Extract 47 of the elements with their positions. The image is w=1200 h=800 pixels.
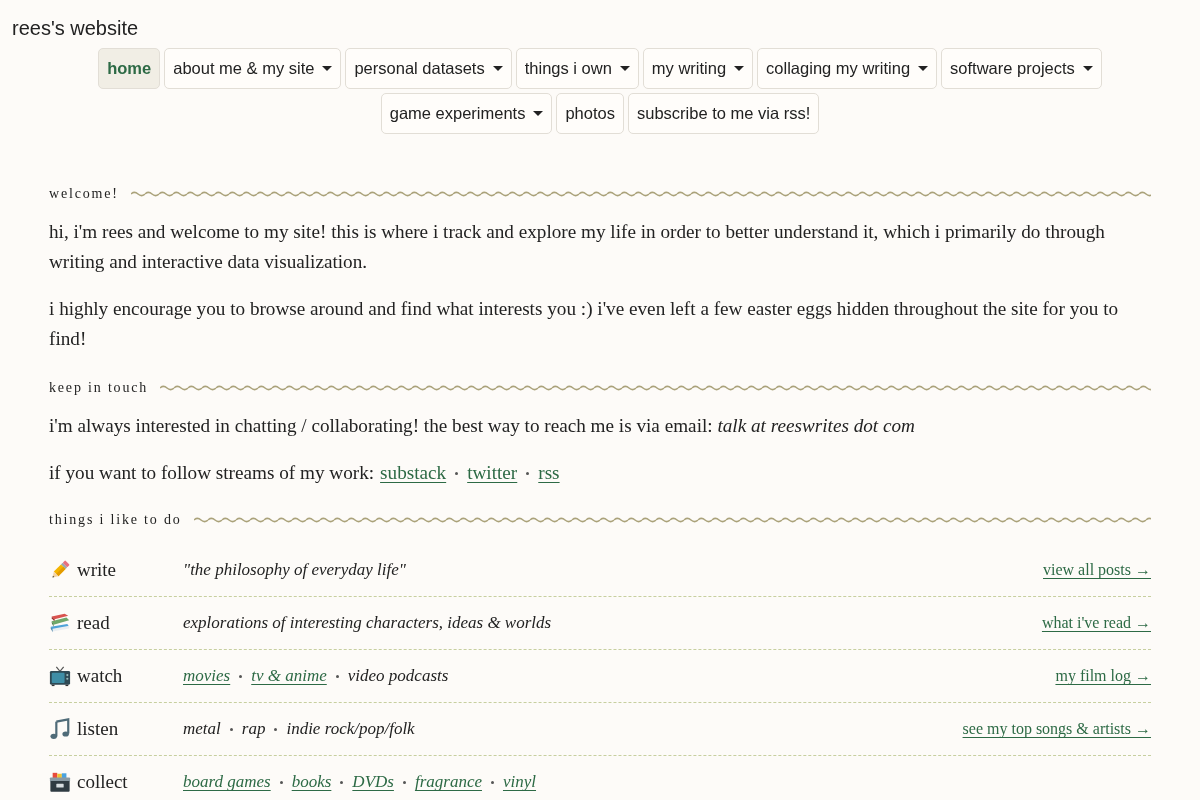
category-link[interactable]: movies [183, 663, 231, 689]
activity-label: watch [77, 663, 123, 688]
more-link[interactable]: my film log → [1055, 664, 1151, 688]
books-icon [49, 612, 71, 634]
paragraph: hi, i'm rees and welcome to my site! this is where i track and explore my life in order to better understand it, which i primarily do through writing and interactive data visualization. [49, 220, 1106, 274]
nav-button[interactable]: software projects [941, 48, 1102, 89]
description-text: rap [241, 718, 266, 741]
description-text: metal [183, 718, 221, 741]
section-heading: things i like to do [49, 511, 182, 529]
description-text: "the philosophy of everyday life" [183, 559, 406, 582]
more-link[interactable]: view all posts → [1043, 558, 1151, 582]
description-text: video podcasts [347, 665, 449, 688]
television-icon [49, 665, 71, 687]
category-link[interactable]: books [291, 769, 332, 795]
nav-button[interactable]: subscribe to me via rss! [628, 93, 820, 134]
site-title[interactable]: rees's website [12, 14, 139, 42]
activity-label: listen [77, 716, 119, 741]
category-link[interactable]: fragrance [414, 769, 482, 795]
nav-button[interactable]: personal datasets [345, 48, 512, 89]
section-heading: welcome! [49, 185, 119, 203]
activity-label: collect [77, 769, 128, 794]
social-link[interactable]: twitter [467, 458, 518, 488]
social-link[interactable]: substack [380, 458, 447, 488]
category-link[interactable]: vinyl [502, 769, 536, 795]
section-heading: keep in touch [49, 379, 149, 397]
activity-label: write [77, 557, 117, 582]
follow-text: if you want to follow streams of my work: [49, 461, 375, 485]
paragraph: i'm always interested in chatting / collaborating! the best way to reach me is via email: talk at reeswrites dot com [49, 414, 916, 438]
nav-button[interactable]: photos [556, 93, 624, 134]
description-text: indie rock/pop/folk [286, 718, 415, 741]
activity-label: read [77, 610, 110, 635]
more-link[interactable]: what i've read → [1041, 611, 1151, 635]
social-link[interactable]: rss [538, 458, 560, 488]
nav-button[interactable]: collaging my writing [757, 48, 938, 89]
nav-button[interactable]: things i own [515, 48, 639, 89]
nav-button[interactable]: game experiments [380, 93, 553, 134]
nav-button[interactable]: my writing [642, 48, 754, 89]
category-link[interactable]: tv & anime [251, 663, 327, 689]
category-link[interactable]: board games [183, 769, 271, 795]
category-link[interactable]: DVDs [352, 769, 394, 795]
file-box-icon [49, 771, 71, 793]
music-note-icon [49, 718, 71, 740]
more-link[interactable]: see my top songs & artists → [962, 717, 1151, 741]
paragraph: i highly encourage you to browse around and find what interests you :) i've even left a few easter eggs hidden throughout the site for you to find! [49, 297, 1120, 351]
nav-button[interactable]: about me & my site [164, 48, 342, 89]
description-text: explorations of interesting characters, ideas & worlds [183, 612, 552, 635]
nav-button[interactable]: home [98, 48, 161, 89]
